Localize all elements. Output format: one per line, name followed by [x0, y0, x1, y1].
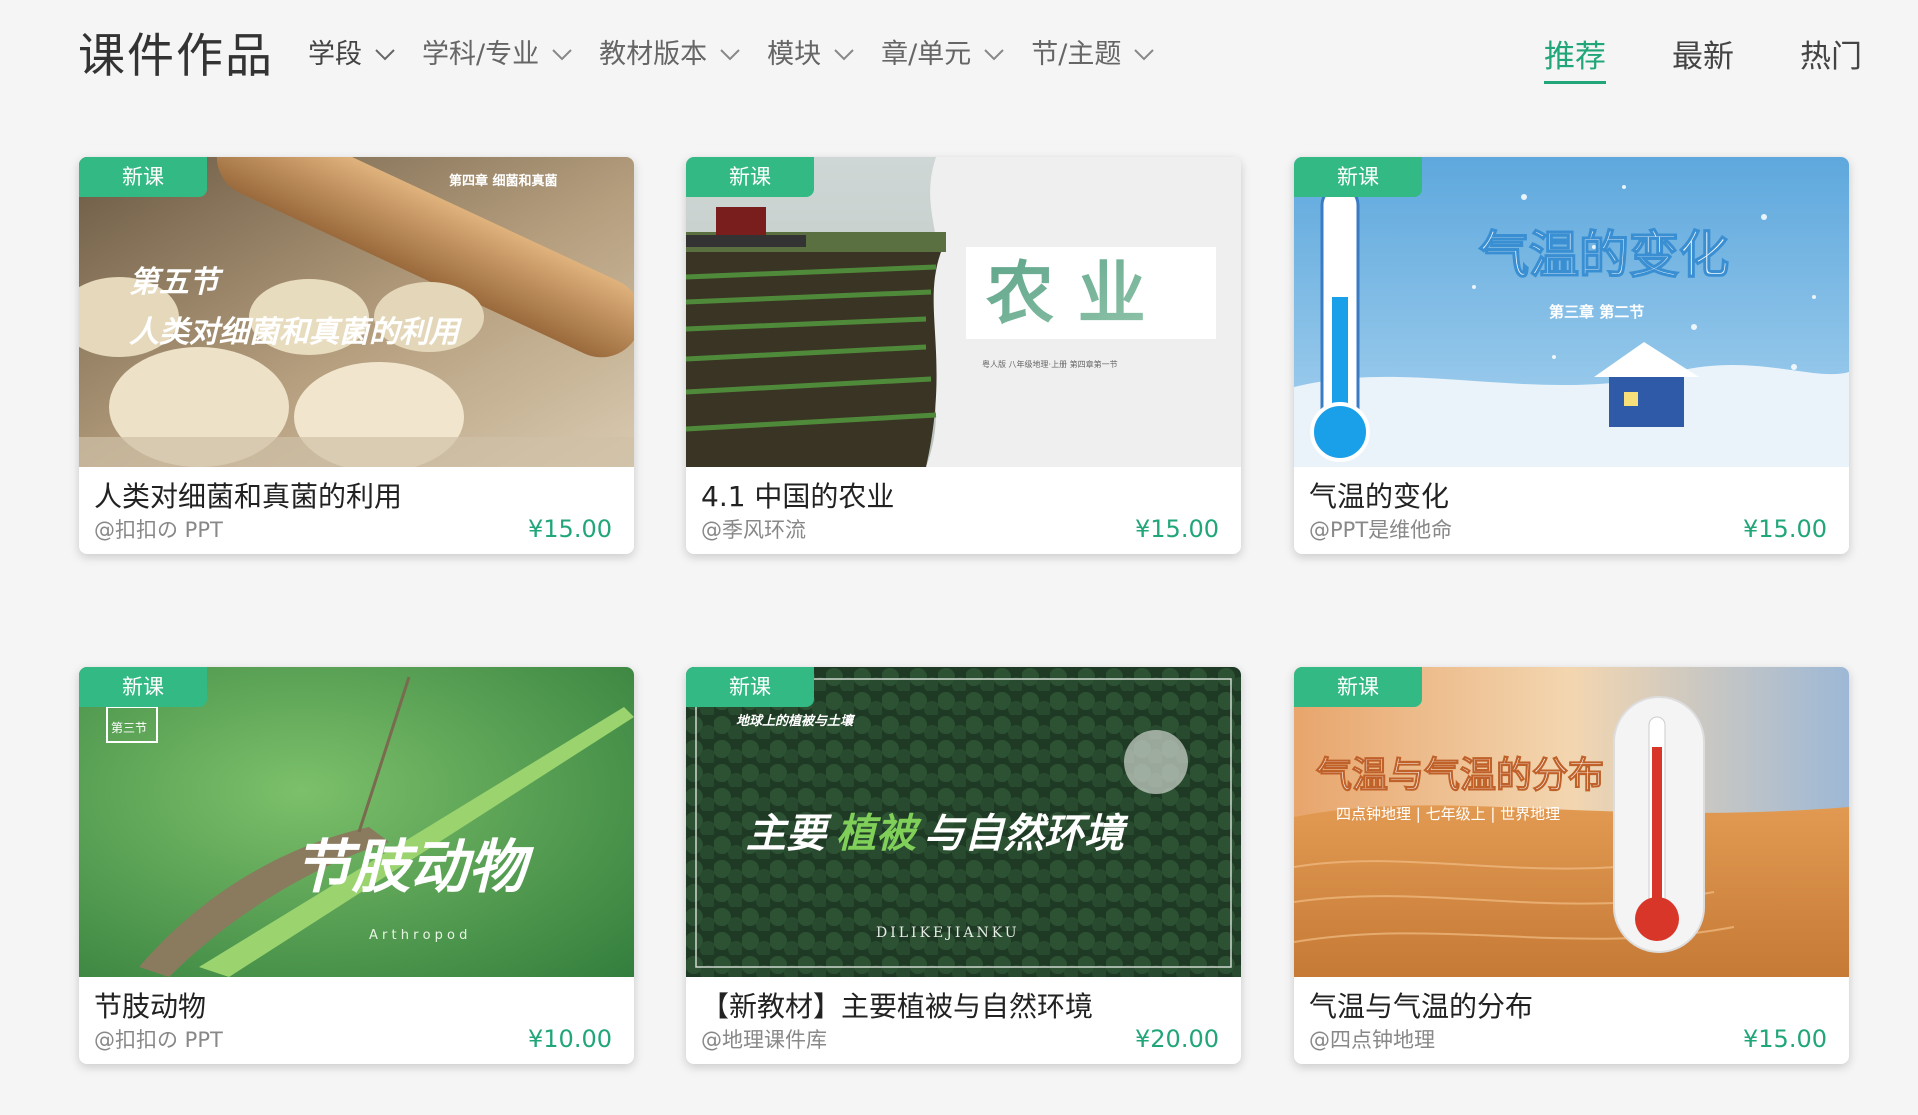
thumb-title-part2: 植被: [836, 811, 922, 857]
thumb-subtitle-text: 四点钟地理 | 七年级上 | 世界地理: [1336, 805, 1560, 823]
thumb-title-part1: 主要: [746, 811, 832, 857]
thumb-english-text: A r t h r o p o d: [369, 928, 467, 943]
course-author[interactable]: @四点钟地理: [1309, 1025, 1435, 1055]
chevron-down-icon: [375, 49, 395, 61]
course-thumbnail: 气温与气温的分布 四点钟地理 | 七年级上 | 世界地理: [1294, 667, 1849, 977]
filter-section[interactable]: 节/主题: [1031, 34, 1155, 76]
chevron-down-icon: [1134, 49, 1155, 61]
filter-textbook[interactable]: 教材版本: [599, 34, 741, 76]
filter-label: 模块: [767, 39, 822, 70]
course-author[interactable]: @扣扣の PPT: [94, 515, 223, 545]
course-title[interactable]: 气温与气温的分布: [1309, 987, 1533, 1027]
new-course-badge: 新课: [1294, 667, 1422, 707]
thumb-section-text: 第三节: [111, 721, 147, 735]
filter-stage[interactable]: 学段: [308, 34, 396, 76]
new-course-badge: 新课: [79, 157, 207, 197]
course-card[interactable]: 第三节 节肢动物 A r t h r o p o d 新课 节肢动物 @扣扣の …: [79, 667, 634, 1064]
filter-bar: 学段 学科/专业 教材版本 模块 章/单元 节/主题: [308, 34, 1181, 76]
thumb-title-text: 气温的变化: [1479, 226, 1729, 284]
course-thumbnail: 第三节 节肢动物 A r t h r o p o d: [79, 667, 634, 977]
thumb-chapter-text: 第四章 细菌和真菌: [449, 173, 558, 189]
course-author[interactable]: @PPT是维他命: [1309, 515, 1452, 545]
thumb-title-part3: 与自然环境: [924, 811, 1129, 857]
course-thumbnail: 农 业 粤人版 八年级地理·上册 第四章第一节: [686, 157, 1241, 467]
course-card[interactable]: 第四章 细菌和真菌 第五节 人类对细菌和真菌的利用 新课 人类对细菌和真菌的利用…: [79, 157, 634, 554]
course-thumbnail: 地球上的植被与土壤 主要 植被 与自然环境 DILIKEJIANKU: [686, 667, 1241, 977]
top-bar: 课件作品 学段 学科/专业 教材版本 模块 章/单元 节/主题 推荐 最新 热门: [0, 0, 1918, 115]
course-author[interactable]: @扣扣の PPT: [94, 1025, 223, 1055]
course-price: ¥15.00: [1743, 1025, 1827, 1053]
course-title[interactable]: 节肢动物: [94, 987, 206, 1027]
filter-label: 学科/专业: [422, 39, 540, 70]
course-card[interactable]: 农 业 粤人版 八年级地理·上册 第四章第一节 新课 4.1 中国的农业 @季风…: [686, 157, 1241, 554]
page-title: 课件作品: [78, 29, 274, 84]
course-price: ¥10.00: [528, 1025, 612, 1053]
course-title[interactable]: 气温的变化: [1309, 477, 1449, 517]
course-card[interactable]: 气温与气温的分布 四点钟地理 | 七年级上 | 世界地理 新课 气温与气温的分布…: [1294, 667, 1849, 1064]
course-author[interactable]: @季风环流: [701, 515, 806, 545]
filter-label: 章/单元: [881, 39, 972, 70]
thumb-title-text: 农 业: [986, 255, 1146, 334]
filter-label: 节/主题: [1031, 39, 1122, 70]
filter-label: 学段: [308, 39, 362, 70]
course-title[interactable]: 人类对细菌和真菌的利用: [94, 477, 402, 517]
thumb-title-text: 气温与气温的分布: [1316, 755, 1604, 796]
course-price: ¥15.00: [528, 515, 612, 543]
course-card[interactable]: 地球上的植被与土壤 主要 植被 与自然环境 DILIKEJIANKU 新课 【新…: [686, 667, 1241, 1064]
thumb-subtitle-text: 第三章 第二节: [1549, 303, 1644, 321]
thumb-title-text: 人类对细菌和真菌的利用: [129, 315, 463, 350]
new-course-badge: 新课: [686, 667, 814, 707]
course-price: ¥15.00: [1743, 515, 1827, 543]
chevron-down-icon: [834, 49, 854, 61]
sort-tabs: 推荐 最新 热门: [1478, 36, 1918, 96]
filter-chapter[interactable]: 章/单元: [881, 34, 1005, 76]
new-course-badge: 新课: [1294, 157, 1422, 197]
filter-module[interactable]: 模块: [767, 34, 855, 76]
new-course-badge: 新课: [79, 667, 207, 707]
chevron-down-icon: [984, 49, 1004, 61]
course-price: ¥20.00: [1135, 1025, 1219, 1053]
course-title[interactable]: 4.1 中国的农业: [701, 477, 894, 517]
course-card[interactable]: 气温的变化 第三章 第二节 新课 气温的变化 @PPT是维他命 ¥15.00: [1294, 157, 1849, 554]
thumb-title-text: 节肢动物: [294, 833, 535, 901]
tab-recommended[interactable]: 推荐: [1544, 36, 1606, 84]
filter-subject[interactable]: 学科/专业: [422, 34, 573, 76]
course-title[interactable]: 【新教材】主要植被与自然环境: [701, 987, 1093, 1027]
course-author[interactable]: @地理课件库: [701, 1025, 827, 1055]
course-thumbnail: 第四章 细菌和真菌 第五节 人类对细菌和真菌的利用: [79, 157, 634, 467]
thumb-heading-text: 地球上的植被与土壤: [736, 713, 856, 729]
chevron-down-icon: [720, 49, 740, 61]
thumb-subtitle-text: 粤人版 八年级地理·上册 第四章第一节: [982, 359, 1118, 369]
thumb-section-text: 第五节: [129, 265, 224, 300]
thumb-footer-text: DILIKEJIANKU: [876, 925, 1020, 941]
course-price: ¥15.00: [1135, 515, 1219, 543]
new-course-badge: 新课: [686, 157, 814, 197]
filter-label: 教材版本: [599, 39, 708, 70]
chevron-down-icon: [552, 49, 572, 61]
tab-popular[interactable]: 热门: [1800, 36, 1862, 78]
tab-latest[interactable]: 最新: [1672, 36, 1734, 78]
course-thumbnail: 气温的变化 第三章 第二节: [1294, 157, 1849, 467]
